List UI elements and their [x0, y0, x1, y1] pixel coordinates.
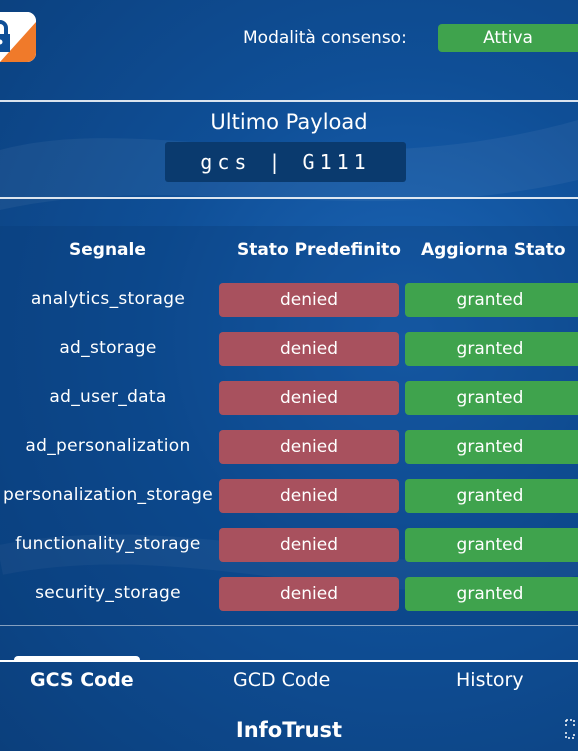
resize-handle-icon[interactable] [564, 718, 576, 740]
divider [0, 197, 578, 199]
tabs-divider [0, 660, 578, 662]
divider [0, 100, 578, 102]
lock-shield-icon [0, 12, 36, 62]
infotrust-logo: InfoTrust [235, 718, 343, 742]
update-state-badge[interactable]: granted [405, 381, 578, 415]
signal-label: security_storage [35, 583, 181, 603]
divider [0, 625, 578, 626]
default-state-badge: denied [219, 283, 399, 317]
header: Modalità consenso: Attiva [0, 0, 578, 100]
header-update-state: Aggiorna Stato [421, 240, 566, 260]
payload-title: Ultimo Payload [210, 110, 368, 134]
default-state-badge: denied [219, 381, 399, 415]
default-state-badge: denied [219, 479, 399, 513]
update-state-badge[interactable]: granted [405, 528, 578, 562]
header-default-state: Stato Predefinito [237, 240, 401, 260]
signal-label: ad_storage [59, 338, 157, 358]
default-state-badge: denied [219, 528, 399, 562]
default-state-badge: denied [219, 332, 399, 366]
signal-label: personalization_storage [2, 485, 214, 505]
update-state-badge[interactable]: granted [405, 577, 578, 611]
signal-label: analytics_storage [30, 289, 186, 309]
update-state-badge[interactable]: granted [405, 479, 578, 513]
tab-history[interactable]: History [456, 669, 524, 691]
consent-status-badge[interactable]: Attiva [438, 24, 578, 52]
tab-gcd-code[interactable]: GCD Code [233, 669, 330, 691]
header-signal: Segnale [69, 240, 146, 260]
signal-label: functionality_storage [15, 534, 201, 554]
payload-value: gcs | G111 [165, 142, 406, 182]
update-state-badge[interactable]: granted [405, 332, 578, 366]
signal-label: ad_user_data [49, 387, 167, 407]
default-state-badge: denied [219, 577, 399, 611]
default-state-badge: denied [219, 430, 399, 464]
update-state-badge[interactable]: granted [405, 430, 578, 464]
signal-label: ad_personalization [25, 436, 191, 456]
tab-gcs-code[interactable]: GCS Code [30, 669, 134, 691]
update-state-badge[interactable]: granted [405, 283, 578, 317]
consent-mode-label: Modalità consenso: [243, 28, 407, 48]
